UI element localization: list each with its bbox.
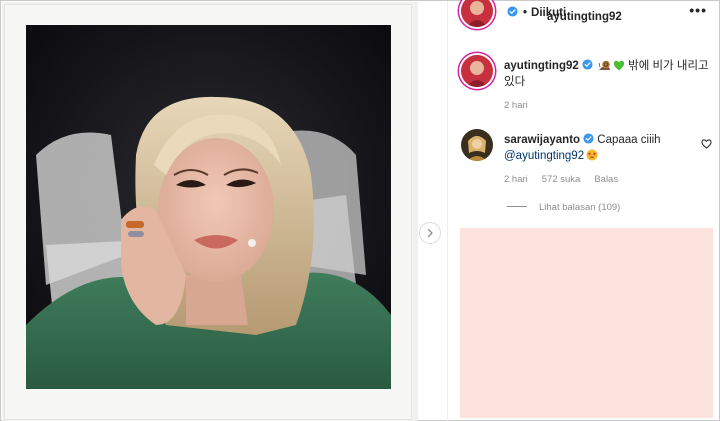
comment-meta: 2 hari 572 suka Balas bbox=[504, 174, 632, 185]
polaroid-frame bbox=[4, 4, 412, 420]
heart-outline-icon bbox=[701, 139, 712, 149]
post-media-panel bbox=[2, 2, 418, 421]
verified-badge-icon bbox=[582, 59, 593, 70]
replies-line bbox=[507, 206, 527, 207]
comment-body: sarawijayanto Capaaa ciiih @ayutingting9… bbox=[504, 132, 694, 164]
commenter-username[interactable]: sarawijayanto bbox=[504, 134, 580, 146]
comment-mention-link[interactable]: @ayutingting92 bbox=[504, 150, 584, 162]
panel-divider bbox=[447, 1, 448, 421]
header-user-row: ayutingting92 • Diikuti bbox=[504, 6, 622, 23]
view-replies-button[interactable]: Lihat balasan (109) bbox=[507, 202, 620, 213]
comment-like-count[interactable]: 572 suka bbox=[542, 174, 581, 185]
comment-text: Capaaa ciiih bbox=[597, 134, 661, 146]
placeholder-overlay bbox=[460, 228, 713, 418]
like-comment-button[interactable] bbox=[701, 139, 712, 149]
chevron-right-icon bbox=[427, 228, 433, 238]
post-photo[interactable] bbox=[26, 25, 391, 389]
post-dialog: ayutingting92 • Diikuti ••• ayutingting92 … bbox=[0, 0, 720, 421]
more-options-button[interactable]: ••• bbox=[689, 3, 707, 17]
caption-timestamp[interactable]: 2 hari bbox=[504, 100, 528, 111]
caption-username[interactable]: ayutingting92 bbox=[504, 60, 579, 72]
header-username[interactable]: ayutingting92 bbox=[547, 11, 622, 23]
avatar[interactable] bbox=[461, 0, 493, 27]
green-heart-emoji-icon bbox=[613, 60, 625, 71]
snail-emoji-icon bbox=[598, 59, 611, 71]
next-media-button[interactable] bbox=[419, 222, 441, 244]
caption-body: ayutingting92 밖에 비가 내리고 있다 bbox=[504, 58, 714, 90]
header-separator: • bbox=[523, 7, 528, 19]
star-struck-emoji-icon bbox=[586, 149, 598, 161]
view-replies-label: Lihat balasan (109) bbox=[539, 202, 621, 213]
commenter-avatar[interactable] bbox=[461, 129, 493, 161]
reply-button[interactable]: Balas bbox=[594, 174, 618, 185]
verified-badge-icon bbox=[507, 6, 518, 17]
comment-timestamp[interactable]: 2 hari bbox=[504, 174, 528, 185]
verified-badge-icon bbox=[583, 133, 594, 144]
post-header: ayutingting92 • Diikuti ••• bbox=[461, 0, 720, 27]
caption-avatar[interactable] bbox=[461, 55, 493, 87]
